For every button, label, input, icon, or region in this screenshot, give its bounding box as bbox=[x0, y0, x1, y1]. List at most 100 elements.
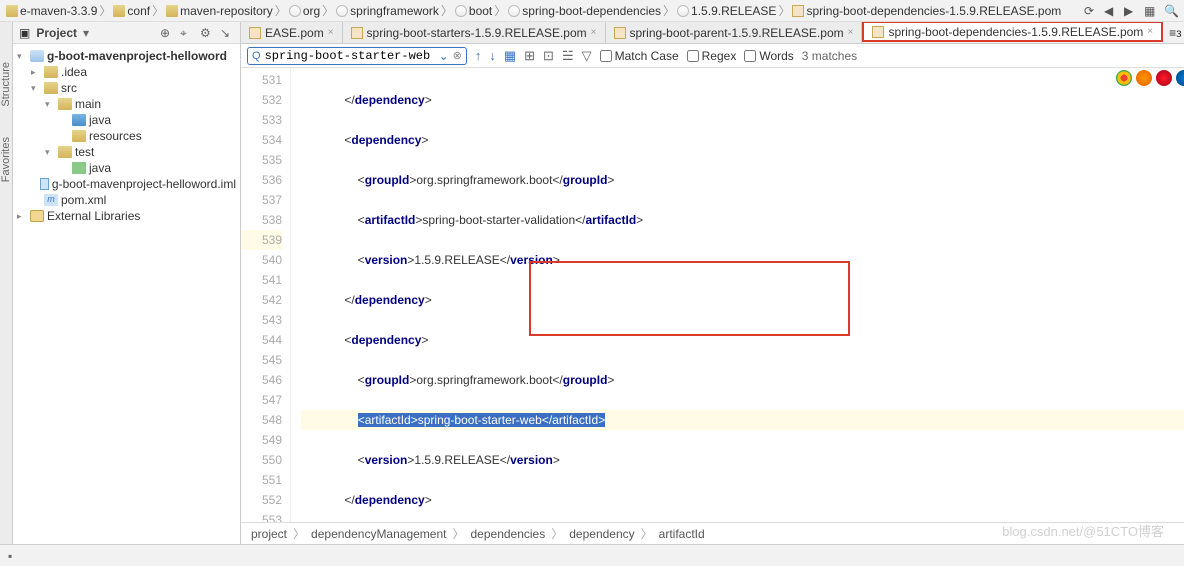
search-bar: Q ⌄ ⊗ ↑ ↓ ▦ ⊞ ⊡ ☱ ▽ Match Case Regex Wor… bbox=[241, 44, 1184, 68]
locate-icon[interactable]: ⌖ bbox=[180, 26, 194, 40]
file-icon bbox=[872, 26, 884, 38]
editor-tab[interactable]: spring-boot-parent-1.5.9.RELEASE.pom× bbox=[606, 22, 863, 43]
file-icon bbox=[792, 5, 804, 17]
module-icon bbox=[30, 50, 44, 62]
crumb[interactable]: spring-boot-dependencies-1.5.9.RELEASE.p… bbox=[792, 4, 1061, 18]
crumb[interactable]: org bbox=[289, 4, 320, 18]
toggle-icon[interactable]: ☱ bbox=[562, 48, 574, 64]
tab-list-icon[interactable]: ≡з bbox=[1169, 26, 1182, 40]
crumb[interactable]: artifactId bbox=[659, 527, 705, 541]
file-icon bbox=[249, 27, 261, 39]
edge-icon[interactable] bbox=[1176, 70, 1184, 86]
rail-structure[interactable]: Structure bbox=[0, 62, 12, 107]
gear-icon[interactable]: ⚙ bbox=[200, 26, 214, 40]
search-icon[interactable]: 🔍 bbox=[1164, 4, 1178, 18]
file-icon bbox=[614, 27, 626, 39]
tree-folder[interactable]: ▾test bbox=[13, 144, 240, 160]
prev-match-icon[interactable]: ↑ bbox=[475, 48, 482, 63]
folder-icon bbox=[44, 82, 58, 94]
close-icon[interactable]: × bbox=[328, 27, 334, 38]
hide-icon[interactable]: ↘ bbox=[220, 26, 234, 40]
java-folder-icon bbox=[72, 114, 86, 126]
editor-tab[interactable]: EASE.pom× bbox=[241, 22, 343, 43]
file-icon bbox=[351, 27, 363, 39]
crumb[interactable]: maven-repository bbox=[166, 4, 273, 18]
editor-area: EASE.pom× spring-boot-starters-1.5.9.REL… bbox=[241, 22, 1184, 544]
crumb[interactable]: spring-boot-dependencies bbox=[508, 4, 661, 18]
project-panel: ▣ Project ▾ ⊕ ⌖ ⚙ ↘ ▾g-boot-mavenproject… bbox=[13, 22, 241, 544]
tree-module[interactable]: ▾g-boot-mavenproject-helloword bbox=[13, 48, 240, 64]
folder-icon bbox=[44, 66, 58, 78]
folder-icon bbox=[58, 98, 72, 110]
left-rail: Structure Favorites bbox=[0, 22, 13, 544]
status-icon[interactable]: ▪ bbox=[8, 549, 12, 563]
match-count: 3 matches bbox=[802, 49, 857, 63]
opera-icon[interactable] bbox=[1156, 70, 1172, 86]
folder-icon bbox=[58, 146, 72, 158]
panel-header: ▣ Project ▾ ⊕ ⌖ ⚙ ↘ bbox=[13, 22, 240, 44]
right-icon[interactable]: ▶ bbox=[1124, 4, 1138, 18]
next-match-icon[interactable]: ↓ bbox=[489, 48, 496, 63]
test-java-folder-icon bbox=[72, 162, 86, 174]
chrome-icon[interactable] bbox=[1116, 70, 1132, 86]
regex-checkbox[interactable]: Regex bbox=[687, 49, 737, 63]
crumb[interactable]: e-maven-3.3.9 bbox=[6, 4, 97, 18]
iml-file-icon bbox=[40, 178, 49, 190]
package-icon bbox=[289, 5, 301, 17]
package-icon bbox=[508, 5, 520, 17]
crumb[interactable]: springframework bbox=[336, 4, 439, 18]
browser-icons bbox=[1116, 70, 1184, 86]
crumb[interactable]: conf bbox=[113, 4, 150, 18]
gutter: 5315325335345355365375385395405415425435… bbox=[241, 68, 291, 522]
tree-src-folder[interactable]: java bbox=[13, 112, 240, 128]
crumb[interactable]: boot bbox=[455, 4, 492, 18]
clear-icon[interactable]: ⊗ bbox=[453, 49, 462, 62]
search-input[interactable] bbox=[265, 49, 435, 63]
status-bar: ▪ bbox=[0, 544, 1184, 566]
tree-folder[interactable]: ▸.idea bbox=[13, 64, 240, 80]
tree-res-folder[interactable]: resources bbox=[13, 128, 240, 144]
editor-tab[interactable]: spring-boot-starters-1.5.9.RELEASE.pom× bbox=[343, 22, 606, 43]
tree-src-folder[interactable]: java bbox=[13, 160, 240, 176]
close-icon[interactable]: × bbox=[1147, 26, 1153, 37]
sync-icon[interactable]: ⟳ bbox=[1084, 4, 1098, 18]
editor-tabs: EASE.pom× spring-boot-starters-1.5.9.REL… bbox=[241, 22, 1184, 44]
match-case-checkbox[interactable]: Match Case bbox=[600, 49, 679, 63]
add-selection-icon[interactable]: ⊡ bbox=[543, 48, 554, 64]
crumb[interactable]: 1.5.9.RELEASE bbox=[677, 4, 776, 18]
project-tree: ▾g-boot-mavenproject-helloword ▸.idea ▾s… bbox=[13, 44, 240, 544]
tree-folder[interactable]: ▾main bbox=[13, 96, 240, 112]
close-icon[interactable]: × bbox=[848, 27, 854, 38]
firefox-icon[interactable] bbox=[1136, 70, 1152, 86]
library-icon bbox=[30, 210, 44, 222]
left-icon[interactable]: ◀ bbox=[1104, 4, 1118, 18]
crumb[interactable]: dependencies bbox=[471, 527, 546, 541]
crumb[interactable]: project bbox=[251, 527, 287, 541]
folder-icon bbox=[166, 5, 178, 17]
collapse-icon[interactable]: ⊕ bbox=[160, 26, 174, 40]
package-icon bbox=[677, 5, 689, 17]
tree-file[interactable]: mpom.xml bbox=[13, 192, 240, 208]
close-icon[interactable]: × bbox=[591, 27, 597, 38]
folder-icon bbox=[6, 5, 18, 17]
history-icon[interactable]: ⌄ bbox=[439, 49, 449, 63]
project-icon: ▣ bbox=[19, 26, 30, 40]
code-editor[interactable]: 5315325335345355365375385395405415425435… bbox=[241, 68, 1184, 522]
rail-favorites[interactable]: Favorites bbox=[0, 137, 12, 182]
crumb[interactable]: dependency bbox=[569, 527, 634, 541]
tree-libraries[interactable]: ▸External Libraries bbox=[13, 208, 240, 224]
select-all-icon[interactable]: ⊞ bbox=[524, 48, 535, 64]
panel-title: Project bbox=[36, 26, 77, 40]
words-checkbox[interactable]: Words bbox=[744, 49, 793, 63]
toolbar-icons: ⟳ ◀ ▶ ▦ 🔍 bbox=[1084, 4, 1178, 18]
filter-icon[interactable]: ▽ bbox=[582, 48, 592, 64]
find-all-icon[interactable]: ▦ bbox=[504, 48, 516, 64]
grid-icon[interactable]: ▦ bbox=[1144, 4, 1158, 18]
search-icon: Q bbox=[252, 50, 261, 62]
editor-tab-active[interactable]: spring-boot-dependencies-1.5.9.RELEASE.p… bbox=[862, 22, 1163, 42]
tree-file[interactable]: g-boot-mavenproject-helloword.iml bbox=[13, 176, 240, 192]
maven-file-icon: m bbox=[44, 194, 58, 206]
tree-folder[interactable]: ▾src bbox=[13, 80, 240, 96]
crumb[interactable]: dependencyManagement bbox=[311, 527, 446, 541]
code-body[interactable]: </dependency> <dependency> <groupId>org.… bbox=[291, 68, 1184, 522]
